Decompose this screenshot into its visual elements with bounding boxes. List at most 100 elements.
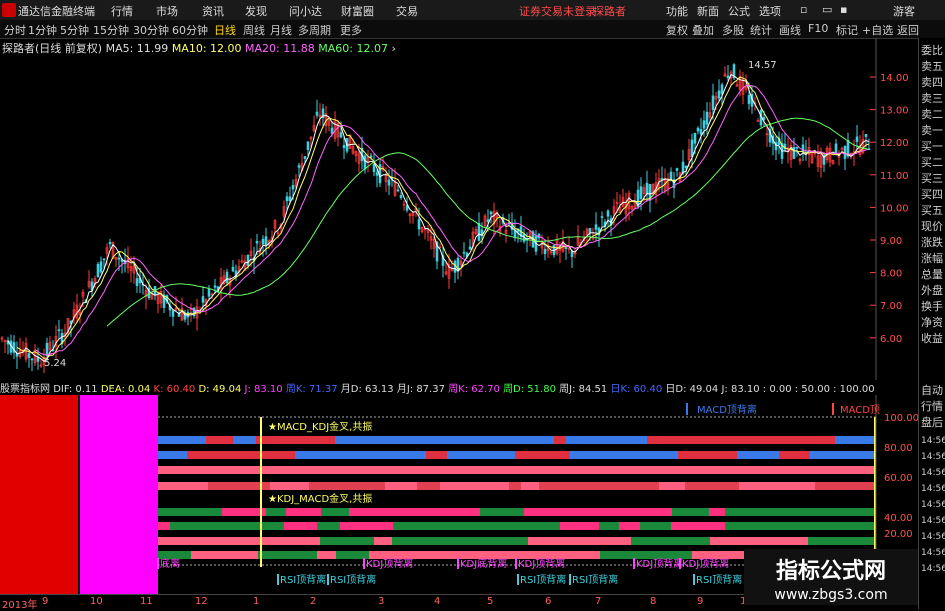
guest-user[interactable]: 游客 <box>893 3 915 19</box>
period-5min[interactable]: 5分钟 <box>60 22 89 38</box>
signal-segment <box>848 522 876 530</box>
rp-item[interactable]: 收益 <box>921 332 943 345</box>
candle-body <box>606 210 610 217</box>
period-60min[interactable]: 60分钟 <box>172 22 208 38</box>
menu-ask[interactable]: 问小达 <box>289 3 322 19</box>
rp-item[interactable]: 净资 <box>921 316 943 329</box>
tool-overlay[interactable]: 叠加 <box>692 22 714 38</box>
rp-item[interactable]: 卖四 <box>921 76 943 89</box>
candle-body <box>711 95 715 111</box>
rp-item[interactable]: 换手 <box>921 300 943 313</box>
window-close-icon[interactable]: ▪ <box>840 3 847 16</box>
tool-add-favorite[interactable]: +自选 <box>862 22 893 38</box>
rp-item[interactable]: 买三 <box>921 172 943 185</box>
tool-back[interactable]: 返回 <box>897 22 919 38</box>
menu-new-page[interactable]: 新面 <box>697 3 719 19</box>
ma-line <box>34 84 870 356</box>
rd-value: 日D: 49.04 <box>665 384 719 395</box>
tool-mark[interactable]: 标记 <box>836 22 858 38</box>
tool-multistock[interactable]: 多股 <box>722 22 744 38</box>
signal-segment <box>515 451 538 459</box>
signal-segment <box>335 436 382 444</box>
signal-segment <box>774 436 835 444</box>
rp-item[interactable]: 买一 <box>921 140 943 153</box>
period-30min[interactable]: 30分钟 <box>133 22 169 38</box>
rp-item[interactable]: 现价 <box>921 220 943 233</box>
signal-segment <box>739 482 749 490</box>
candle-body <box>171 310 175 317</box>
signal-segment <box>538 451 570 459</box>
signal-segment <box>737 537 750 545</box>
tool-draw[interactable]: 画线 <box>779 22 801 38</box>
menu-formula[interactable]: 公式 <box>728 3 750 19</box>
period-multi[interactable]: 多周期 <box>298 22 331 38</box>
menu-news[interactable]: 资讯 <box>202 3 224 19</box>
period-daily[interactable]: 日线 <box>214 22 236 38</box>
candle-body <box>684 165 688 168</box>
tool-adjust[interactable]: 复权 <box>666 22 688 38</box>
signal-segment <box>191 551 258 559</box>
period-monthly[interactable]: 月线 <box>270 22 292 38</box>
menu-wealth[interactable]: 财富圈 <box>341 3 374 19</box>
tool-f10[interactable]: F10 <box>808 22 828 35</box>
menu-market[interactable]: 市场 <box>156 3 178 19</box>
signal-segment <box>417 466 464 474</box>
rp-time: 14:56 <box>921 500 945 510</box>
signal-segment <box>158 466 168 474</box>
period-weekly[interactable]: 周线 <box>243 22 265 38</box>
candle-body <box>30 358 34 361</box>
rp-item[interactable]: 卖二 <box>921 108 943 121</box>
candle-body <box>330 127 334 134</box>
time-label: 1 <box>253 596 260 607</box>
period-1min[interactable]: 1分钟 <box>28 22 57 38</box>
signal-segment <box>810 451 874 459</box>
signal-segment <box>385 482 417 490</box>
tool-stats[interactable]: 统计 <box>750 22 772 38</box>
app-logo-icon <box>2 3 16 17</box>
rp-item[interactable]: 自动 <box>921 384 943 397</box>
signal-segment <box>602 436 647 444</box>
period-more[interactable]: 更多 <box>340 22 362 38</box>
menu-trade[interactable]: 交易 <box>396 3 418 19</box>
rp-item[interactable]: 涨幅 <box>921 252 943 265</box>
signal-segment <box>539 537 586 545</box>
menu-discover[interactable]: 发现 <box>245 3 267 19</box>
rp-item[interactable]: 涨跌 <box>921 236 943 249</box>
rp-item[interactable]: 卖五 <box>921 60 943 73</box>
rp-item[interactable]: 卖三 <box>921 92 943 105</box>
signal-segment <box>521 482 539 490</box>
rp-item[interactable]: 外盘 <box>921 284 943 297</box>
signal-segment <box>808 537 823 545</box>
window-max-icon[interactable]: ▭ <box>822 3 832 16</box>
candle-body <box>462 251 466 254</box>
kline-chart[interactable]: 14.00 13.00 12.00 11.00 10.00 9.00 8.00 7.00 6.0… <box>0 38 918 380</box>
signal-segment <box>235 522 284 530</box>
rp-item[interactable]: 卖一 <box>921 124 943 137</box>
rp-item[interactable]: 买四 <box>921 188 943 201</box>
login-warning[interactable]: 证券交易未登录 <box>519 3 596 19</box>
candle-body <box>207 289 211 297</box>
signal-segment <box>724 466 790 474</box>
period-tick[interactable]: 分时 <box>4 22 26 38</box>
period-15min[interactable]: 15分钟 <box>93 22 129 38</box>
low-price-label: 5.24 <box>44 358 66 369</box>
rp-item[interactable]: 委比 <box>921 44 943 57</box>
signal-segment <box>374 451 426 459</box>
rp-item[interactable]: 买五 <box>921 204 943 217</box>
rp-item[interactable]: 行情 <box>921 400 943 413</box>
signal-segment <box>158 482 208 490</box>
rp-item[interactable]: 盘后 <box>921 416 943 429</box>
legend-more-icon[interactable]: › <box>391 42 395 55</box>
signal-segment <box>158 537 211 545</box>
window-min-icon[interactable]: ▫ <box>800 3 807 16</box>
indicator-title[interactable]: 股票指标网 <box>0 384 50 395</box>
yd-value: 月D: 63.13 <box>340 384 394 395</box>
menu-quotes[interactable]: 行情 <box>111 3 133 19</box>
menu-function[interactable]: 功能 <box>666 3 688 19</box>
signal-segment <box>382 436 449 444</box>
time-label: 7 <box>595 596 602 607</box>
rp-item[interactable]: 买二 <box>921 156 943 169</box>
menu-options[interactable]: 选项 <box>759 3 781 19</box>
rp-item[interactable]: 总量 <box>921 268 943 281</box>
signal-segment <box>258 551 317 559</box>
